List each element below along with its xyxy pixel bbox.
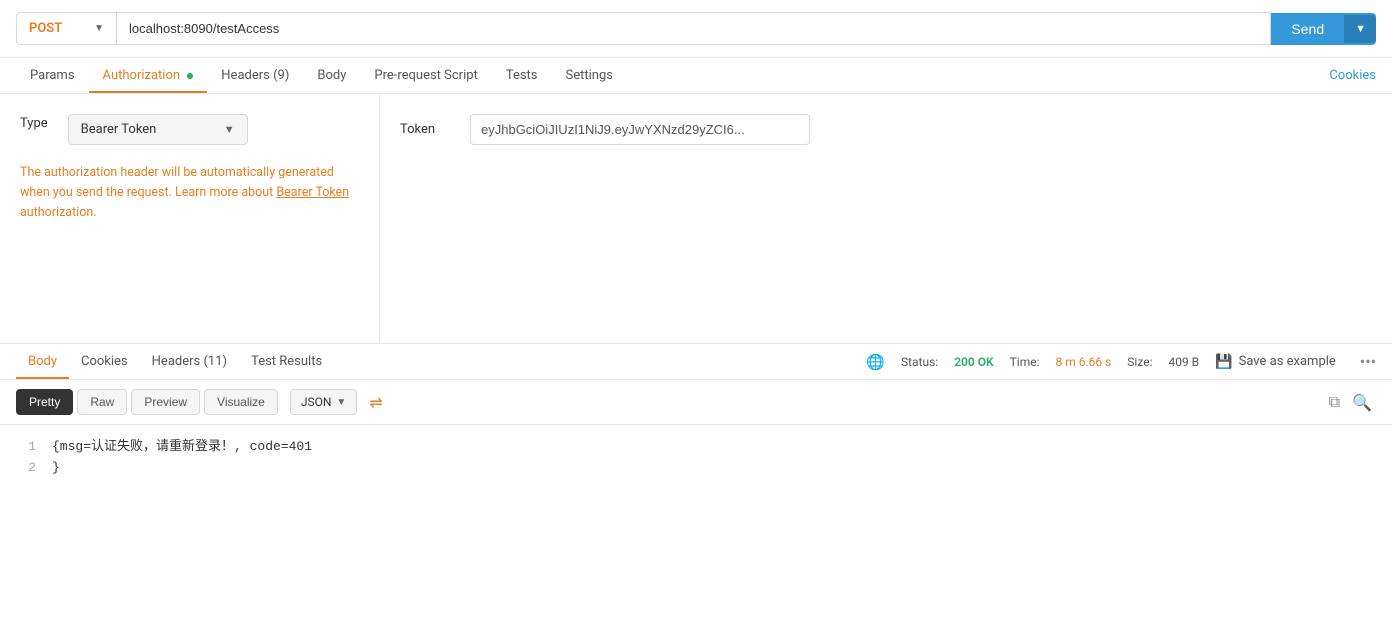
tab-params-label: Params — [30, 68, 75, 83]
tab-settings-label: Settings — [566, 68, 613, 83]
time-prefix: Time: — [1010, 355, 1040, 369]
auth-left-panel: Type Bearer Token ▼ The authorization he… — [0, 94, 380, 343]
size-value: 409 B — [1168, 355, 1199, 369]
filter-icon[interactable]: ⇌ — [369, 393, 382, 412]
tab-authorization-label: Authorization — [103, 68, 181, 83]
method-label: POST — [29, 21, 62, 36]
json-chevron-icon: ▼ — [336, 397, 346, 408]
bearer-chevron-icon: ▼ — [224, 123, 235, 136]
tab-authorization[interactable]: Authorization — [89, 58, 208, 93]
response-meta: 🌐 Status: 200 OK Time: 8 m 6.66 s Size: … — [866, 352, 1376, 371]
response-code-area: 1 {msg=认证失败，请重新登录！, code=401 2 } — [0, 425, 1392, 491]
tab-settings[interactable]: Settings — [552, 58, 627, 93]
tab-pre-request[interactable]: Pre-request Script — [360, 58, 491, 93]
save-example-button[interactable]: 💾 Save as example — [1215, 354, 1336, 370]
bearer-token-label: Bearer Token — [81, 122, 157, 137]
token-row: Token — [400, 114, 1372, 145]
resp-tab-test-results[interactable]: Test Results — [239, 344, 334, 379]
bearer-token-link[interactable]: Bearer Token — [276, 185, 349, 200]
resp-tab-headers[interactable]: Headers (11) — [140, 344, 239, 379]
send-button[interactable]: Send — [1271, 13, 1344, 45]
tab-headers-label: Headers (9) — [221, 68, 289, 83]
visualize-button[interactable]: Visualize — [204, 389, 278, 415]
raw-button[interactable]: Raw — [77, 389, 127, 415]
method-select[interactable]: POST ▼ — [16, 12, 116, 45]
status-prefix: Status: — [901, 355, 938, 369]
save-icon: 💾 — [1215, 354, 1232, 370]
code-line-2: 2 } — [16, 458, 1376, 479]
tab-params[interactable]: Params — [16, 58, 89, 93]
json-format-label: JSON — [301, 395, 332, 409]
pretty-button[interactable]: Pretty — [16, 389, 73, 415]
resp-tab-cookies-label: Cookies — [81, 354, 128, 369]
save-example-label: Save as example — [1239, 354, 1336, 369]
resp-tab-body[interactable]: Body — [16, 344, 69, 379]
send-dropdown-button[interactable]: ▼ — [1344, 15, 1376, 43]
line-number-2: 2 — [16, 458, 36, 479]
cookies-link[interactable]: Cookies — [1329, 58, 1376, 93]
resp-tab-cookies[interactable]: Cookies — [69, 344, 140, 379]
send-button-group: Send ▼ — [1271, 13, 1376, 45]
bearer-token-select[interactable]: Bearer Token ▼ — [68, 114, 248, 145]
tab-tests[interactable]: Tests — [492, 58, 552, 93]
resp-tab-test-results-label: Test Results — [251, 354, 322, 369]
copy-icon[interactable]: ⧉ — [1325, 388, 1344, 416]
line-number-1: 1 — [16, 437, 36, 458]
type-label: Type — [20, 116, 48, 131]
tab-body-label: Body — [317, 68, 346, 83]
code-content-1: {msg=认证失败，请重新登录！, code=401 — [52, 437, 312, 458]
code-line-1: 1 {msg=认证失败，请重新登录！, code=401 — [16, 437, 1376, 458]
search-icon[interactable]: 🔍 — [1348, 389, 1376, 416]
method-chevron-icon: ▼ — [94, 23, 104, 34]
status-code: 200 OK — [954, 355, 993, 369]
size-prefix: Size: — [1127, 355, 1152, 369]
auth-description: The authorization header will be automat… — [20, 163, 359, 223]
url-bar: POST ▼ Send ▼ — [0, 0, 1392, 58]
authorization-active-dot — [187, 73, 193, 79]
token-label: Token — [400, 122, 450, 137]
tab-pre-request-label: Pre-request Script — [374, 68, 477, 83]
more-options-icon[interactable]: ••• — [1360, 352, 1376, 371]
request-tabs-bar: Params Authorization Headers (9) Body Pr… — [0, 58, 1392, 94]
code-content-2: } — [52, 458, 60, 479]
response-tabs-bar: Body Cookies Headers (11) Test Results 🌐… — [0, 344, 1392, 380]
json-format-select[interactable]: JSON ▼ — [290, 389, 357, 415]
auth-panel: Type Bearer Token ▼ The authorization he… — [0, 94, 1392, 344]
token-input[interactable] — [470, 114, 810, 145]
tab-body[interactable]: Body — [303, 58, 360, 93]
response-toolbar: Pretty Raw Preview Visualize JSON ▼ ⇌ ⧉ … — [0, 380, 1392, 425]
resp-tab-body-label: Body — [28, 354, 57, 369]
time-value: 8 m 6.66 s — [1056, 355, 1112, 369]
url-input[interactable] — [116, 12, 1271, 45]
resp-tab-headers-label: Headers (11) — [152, 354, 227, 369]
tab-headers[interactable]: Headers (9) — [207, 58, 303, 93]
tab-tests-label: Tests — [506, 68, 538, 83]
globe-icon: 🌐 — [866, 353, 885, 371]
auth-right-panel: Token — [380, 94, 1392, 343]
preview-button[interactable]: Preview — [131, 389, 200, 415]
